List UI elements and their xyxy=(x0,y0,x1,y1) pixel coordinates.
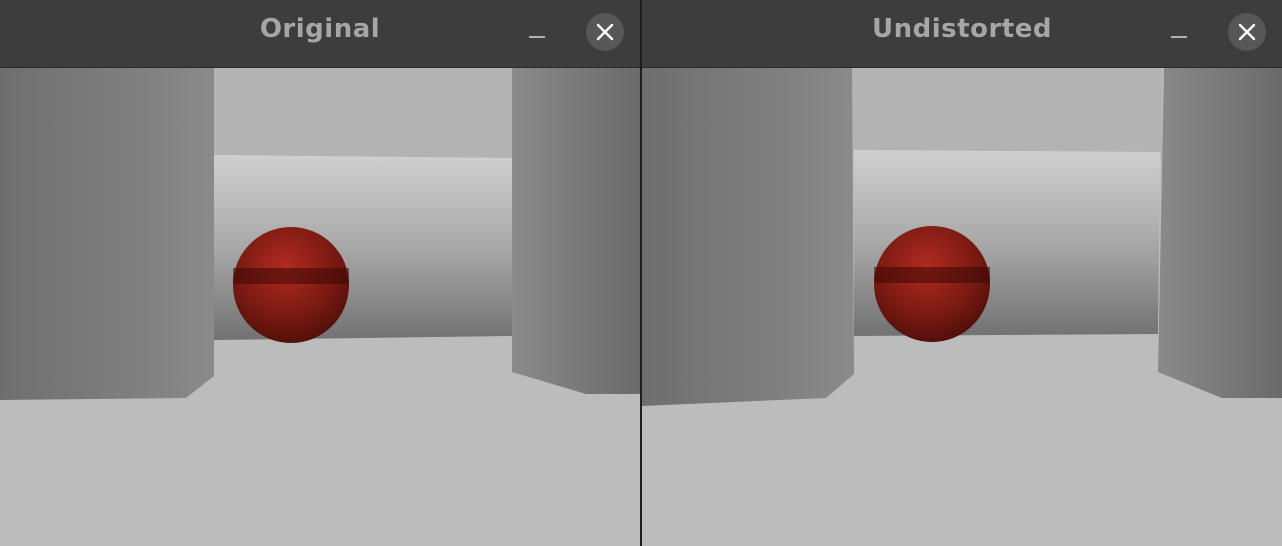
red-sphere xyxy=(874,226,990,342)
close-icon xyxy=(1238,23,1256,41)
titlebar[interactable]: Undistorted xyxy=(642,0,1282,68)
red-sphere xyxy=(233,227,349,343)
close-button[interactable] xyxy=(1228,13,1266,51)
right-pillar xyxy=(512,68,640,394)
ceiling xyxy=(210,68,515,158)
camera-image-undistorted xyxy=(642,68,1282,546)
left-pillar xyxy=(0,68,214,400)
left-pillar xyxy=(642,68,854,406)
window-undistorted: Undistorted xyxy=(642,0,1282,546)
minimize-icon xyxy=(1171,36,1187,38)
right-pillar xyxy=(1158,68,1282,398)
ceiling xyxy=(850,68,1162,154)
minimize-button[interactable] xyxy=(1164,18,1194,48)
minimize-button[interactable] xyxy=(522,18,552,48)
close-icon xyxy=(596,23,614,41)
titlebar[interactable]: Original xyxy=(0,0,640,68)
minimize-icon xyxy=(529,36,545,38)
camera-image-original xyxy=(0,68,640,546)
close-button[interactable] xyxy=(586,13,624,51)
window-original: Original xyxy=(0,0,640,546)
